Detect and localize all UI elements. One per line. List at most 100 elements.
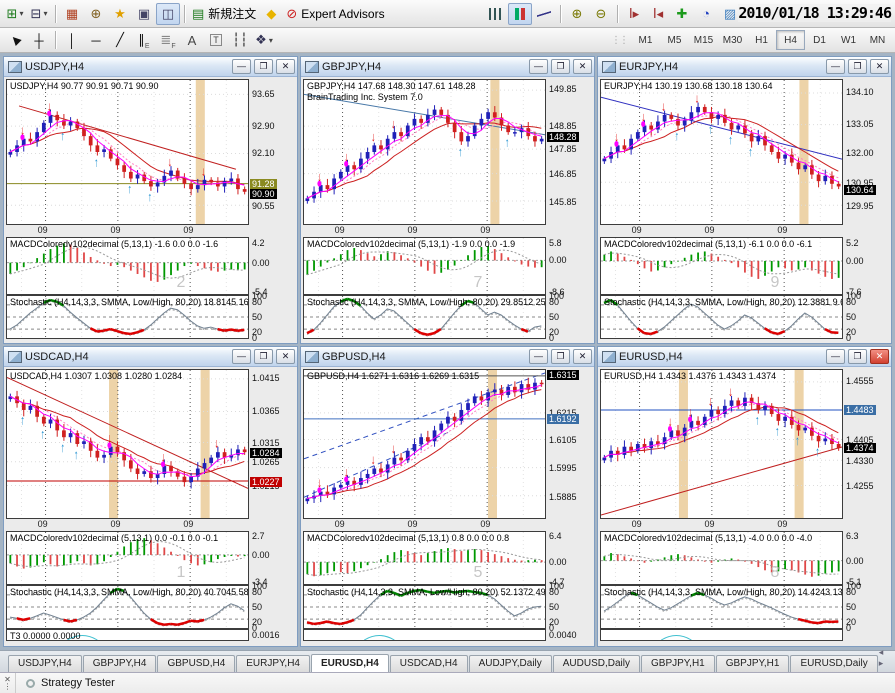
text-label-button[interactable]: T bbox=[204, 29, 228, 51]
time-axis[interactable]: 09 09 09 bbox=[600, 225, 843, 237]
stochastic-scale[interactable]: 100 80 50 20 0 bbox=[546, 581, 592, 633]
macd-indicator-pane[interactable]: MACDColoredv102decimal (5,13,1) -4.0 0.0… bbox=[600, 531, 843, 585]
stochastic-indicator-pane[interactable]: Stochastic (H4,14,3,3, SMMA, Low/High, 8… bbox=[303, 585, 546, 629]
history-center-button[interactable]: ★ bbox=[108, 3, 132, 25]
minimize-button[interactable]: — bbox=[232, 59, 251, 74]
stochastic-indicator-pane[interactable]: Stochastic (H4,14,3,3, SMMA, Low/High, 8… bbox=[600, 585, 843, 629]
zoom-in-button[interactable]: ⊕ bbox=[565, 3, 589, 25]
chart-tab-eurjpy-h4[interactable]: EURJPY,H4 bbox=[236, 655, 310, 672]
chart-tab-gbpjpy-h4[interactable]: GBPJPY,H4 bbox=[82, 655, 157, 672]
price-chart-pane[interactable]: ↓ ↓ ↓ ↓ ↑ ↑ GBPJPY,H4 147.68 148.30 147.61 148… bbox=[303, 79, 546, 225]
metaeditor-button[interactable]: ◆ bbox=[259, 3, 283, 25]
macd-scale[interactable]: 5.8 0.00 -8.6 bbox=[546, 237, 592, 297]
auto-scroll-button[interactable]: Ⅰ▸ bbox=[622, 3, 646, 25]
minimize-button[interactable]: — bbox=[826, 59, 845, 74]
line-chart-button[interactable] bbox=[532, 3, 556, 25]
close-button[interactable]: ✕ bbox=[276, 349, 295, 364]
t3-scale[interactable]: 0.0040 bbox=[546, 629, 592, 641]
chart-tab-usdjpy-h4[interactable]: USDJPY,H4 bbox=[8, 655, 82, 672]
stochastic-scale[interactable]: 100 80 50 20 0 bbox=[843, 581, 889, 633]
price-chart-pane[interactable]: ↓ ↓ ↑ ↑ ↑ ↑ ↓ ↓ USDJPY,H4 90.77 90.91 90.71 90.9… bbox=[6, 79, 249, 225]
macd-scale[interactable]: 2.7 0.00 -3.4 bbox=[249, 531, 295, 587]
price-scale[interactable]: 1.4555 1.4405 1.4330 1.4255 1.4483 1.4374 bbox=[843, 369, 889, 519]
restore-button[interactable]: ❐ bbox=[551, 59, 570, 74]
t3-indicator-pane[interactable] bbox=[600, 629, 843, 641]
macd-indicator-pane[interactable]: MACDColoredv102decimal (5,13,1) -6.1 0.0… bbox=[600, 237, 843, 295]
t3-scale[interactable] bbox=[843, 629, 889, 641]
window-titlebar-eurusd[interactable]: EURUSD,H4 — ❐ ✕ bbox=[598, 347, 891, 367]
close-button[interactable]: ✕ bbox=[276, 59, 295, 74]
time-axis[interactable]: 09 09 09 bbox=[303, 519, 546, 531]
time-axis[interactable]: 09 09 09 bbox=[6, 225, 249, 237]
chart-tab-audjpy-daily[interactable]: AUDJPY,Daily bbox=[468, 655, 552, 672]
macd-indicator-pane[interactable]: MACDColoredv102decimal (5,13,1) -1.6 0.0… bbox=[6, 237, 249, 295]
time-axis[interactable]: 09 09 09 bbox=[6, 519, 249, 531]
new-chart-caret-icon[interactable]: ▾ bbox=[19, 9, 23, 18]
timeframe-button-h4[interactable]: H4 bbox=[776, 30, 805, 50]
minimize-button[interactable]: — bbox=[529, 59, 548, 74]
price-chart-pane[interactable]: ↑ ↑ ↑ ↑ ↓ ↓ ↓ USDCAD,H4 1.0307 1.0308 1.0280 1.… bbox=[6, 369, 249, 519]
price-chart-pane[interactable]: ↓ ↓ ↓ ↓ ↑ ↑ ↑ ↑ EURUSD,H4 1.4343 1.4376 1.4343 1… bbox=[600, 369, 843, 519]
macd-scale[interactable]: 5.2 0.00 -7.6 bbox=[843, 237, 889, 297]
window-titlebar-usdcad[interactable]: USDCAD,H4 — ❐ ✕ bbox=[4, 347, 297, 367]
price-scale[interactable]: 1.6215 1.6105 1.5995 1.5885 1.6315 1.6192 bbox=[546, 369, 592, 519]
chart-tab-eurusd-h4[interactable]: EURUSD,H4 bbox=[311, 654, 389, 672]
macd-scale[interactable]: 6.4 0.00 -4.7 bbox=[546, 531, 592, 587]
restore-button[interactable]: ❐ bbox=[551, 349, 570, 364]
vertical-line-button[interactable]: │ bbox=[60, 29, 84, 51]
new-order-button[interactable]: ▤ 新規注文 bbox=[189, 3, 259, 25]
minimize-button[interactable]: — bbox=[232, 349, 251, 364]
stochastic-scale[interactable]: 100 80 50 20 0 bbox=[249, 291, 295, 343]
restore-button[interactable]: ❐ bbox=[254, 349, 273, 364]
price-scale[interactable]: 1.04151.03651.03151.02651.02151.02841.02… bbox=[249, 369, 295, 519]
stochastic-indicator-pane[interactable]: Stochastic (H4,14,3,3, SMMA, Low/High, 8… bbox=[600, 295, 843, 339]
window-titlebar-usdjpy[interactable]: USDJPY,H4 — ❐ ✕ bbox=[4, 57, 297, 77]
t3-indicator-pane[interactable] bbox=[303, 629, 546, 641]
stochastic-indicator-pane[interactable]: Stochastic (H4,14,3,3, SMMA, Low/High, 8… bbox=[303, 295, 546, 339]
t3-indicator-pane[interactable]: T3 0.0000 0.0000 bbox=[6, 629, 249, 641]
periods-button[interactable]: ◔ bbox=[694, 3, 718, 25]
minimize-button[interactable]: — bbox=[529, 349, 548, 364]
indicators-button[interactable]: ✚ bbox=[670, 3, 694, 25]
window-titlebar-gbpusd[interactable]: GBPUSD,H4 — ❐ ✕ bbox=[301, 347, 594, 367]
stochastic-scale[interactable]: 100 80 50 20 0 bbox=[843, 291, 889, 343]
chart-tab-usdcad-h4[interactable]: USDCAD,H4 bbox=[389, 655, 468, 672]
window-titlebar-eurjpy[interactable]: EURJPY,H4 — ❐ ✕ bbox=[598, 57, 891, 77]
close-button[interactable]: ✕ bbox=[870, 59, 889, 74]
window-titlebar-gbpjpy[interactable]: GBPJPY,H4 — ❐ ✕ bbox=[301, 57, 594, 77]
zoom-out-button[interactable]: ⊖ bbox=[589, 3, 613, 25]
trendline-button[interactable]: ╱ bbox=[108, 29, 132, 51]
minimize-button[interactable]: — bbox=[826, 349, 845, 364]
chart-tab-eurusd-daily[interactable]: EURUSD,Daily bbox=[790, 655, 878, 672]
timeframe-button-m30[interactable]: M30 bbox=[718, 30, 747, 50]
close-button[interactable]: ✕ bbox=[573, 59, 592, 74]
macd-indicator-pane[interactable]: MACDColoredv102decimal (5,13,1) 0.8 0.0 … bbox=[303, 531, 546, 585]
stochastic-indicator-pane[interactable]: Stochastic (H4,14,3,3, SMMA, Low/High, 8… bbox=[6, 585, 249, 629]
stochastic-indicator-pane[interactable]: Stochastic (H4,14,3,3, SMMA, Low/High, 8… bbox=[6, 295, 249, 339]
equidistant-channel-button[interactable]: ∥ E bbox=[132, 29, 156, 51]
arrows-caret-icon[interactable]: ▾ bbox=[269, 36, 273, 45]
t3-scale[interactable]: 0.0016 bbox=[249, 629, 295, 641]
new-chart-button[interactable]: ⊞ ▾ bbox=[3, 3, 27, 25]
tab-scroll-arrows[interactable]: ◂ ▸ bbox=[879, 647, 891, 672]
terminal-button[interactable]: ▣ bbox=[132, 3, 156, 25]
expert-advisors-button[interactable]: ⊘ Expert Advisors bbox=[283, 3, 387, 25]
close-button[interactable]: ✕ bbox=[870, 349, 889, 364]
time-axis[interactable]: 09 09 09 bbox=[600, 519, 843, 531]
price-scale[interactable]: 134.10 133.05 132.00 130.95 129.95 130.64 bbox=[843, 79, 889, 225]
timeframe-button-d1[interactable]: D1 bbox=[805, 30, 834, 50]
chart-tab-gbpjpy-h1[interactable]: GBPJPY,H1 bbox=[641, 655, 715, 672]
time-axis[interactable]: 09 09 09 bbox=[303, 225, 546, 237]
navigator-button[interactable]: ⊕ bbox=[84, 3, 108, 25]
timeframe-button-m1[interactable]: M1 bbox=[631, 30, 660, 50]
stochastic-scale[interactable]: 100 80 50 20 0 bbox=[249, 581, 295, 633]
cursor-button[interactable]: ▶ bbox=[3, 29, 27, 51]
chart-tab-gbpusd-h4[interactable]: GBPUSD,H4 bbox=[157, 655, 236, 672]
chart-tab-audusd-daily[interactable]: AUDUSD,Daily bbox=[552, 655, 640, 672]
data-window-button[interactable]: ◫ bbox=[156, 2, 180, 25]
fibonacci-button[interactable]: ≣ F bbox=[156, 29, 180, 51]
macd-indicator-pane[interactable]: MACDColoredv102decimal (5,13,1) 0.0 -0.1… bbox=[6, 531, 249, 585]
close-button[interactable]: ✕ bbox=[573, 349, 592, 364]
panel-close-button[interactable]: ✕ ⋮ bbox=[0, 673, 16, 693]
price-chart-pane[interactable]: ↓ ↓ ↓ ↑ ↓ ↑ ↑ ↑ EURJPY,H4 130.19 130.68 130.18 1… bbox=[600, 79, 843, 225]
